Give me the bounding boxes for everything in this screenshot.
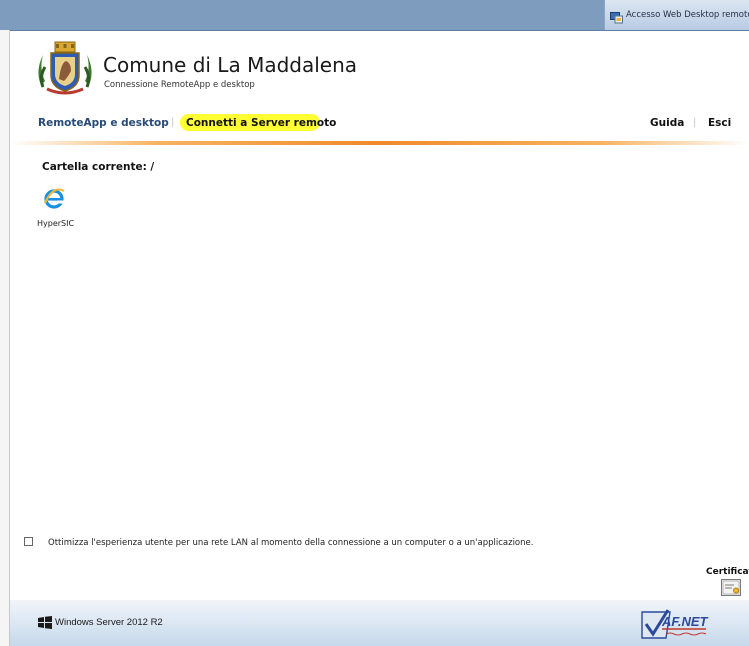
coat-of-arms-logo [38, 41, 92, 95]
nav-separator: | [693, 117, 697, 128]
app-tile-hypersic[interactable]: HyperSIC [31, 183, 75, 235]
remote-desktop-icon [610, 9, 623, 24]
organization-title: Comune di La Maddalena [103, 53, 358, 77]
windows-logo-icon [38, 616, 52, 629]
exit-link[interactable]: Esci [708, 117, 731, 129]
header-divider [10, 141, 749, 145]
left-frame-border [0, 30, 10, 646]
certificate-label: Certificato [706, 567, 749, 577]
lan-optimize-checkbox[interactable] [24, 537, 33, 546]
window-title-tab[interactable]: Accesso Web Desktop remoto [604, 0, 749, 30]
afnet-logo[interactable]: AF.NET [638, 606, 713, 642]
app-label: HyperSIC [37, 219, 75, 228]
os-label: Windows Server 2012 R2 [55, 617, 163, 628]
window-title: Accesso Web Desktop remoto [626, 10, 749, 20]
afnet-logo-text: AF.NET [661, 614, 709, 629]
lan-optimize-label: Ottimizza l'esperienza utente per una re… [48, 538, 534, 548]
help-link[interactable]: Guida [650, 117, 684, 129]
tab-connect-remote-server[interactable]: Connetti a Server remoto [186, 117, 336, 129]
certificate-icon[interactable] [721, 579, 741, 596]
organization-subtitle: Connessione RemoteApp e desktop [104, 80, 255, 90]
current-folder-label: Cartella corrente: / [42, 161, 155, 173]
nav-separator: | [171, 117, 175, 128]
footer-bar: Windows Server 2012 R2 AF.NET [10, 600, 749, 646]
internet-explorer-icon [44, 188, 65, 209]
tab-remoteapp-desktop[interactable]: RemoteApp e desktop [38, 117, 169, 129]
browser-top-band: Accesso Web Desktop remoto [0, 0, 749, 31]
